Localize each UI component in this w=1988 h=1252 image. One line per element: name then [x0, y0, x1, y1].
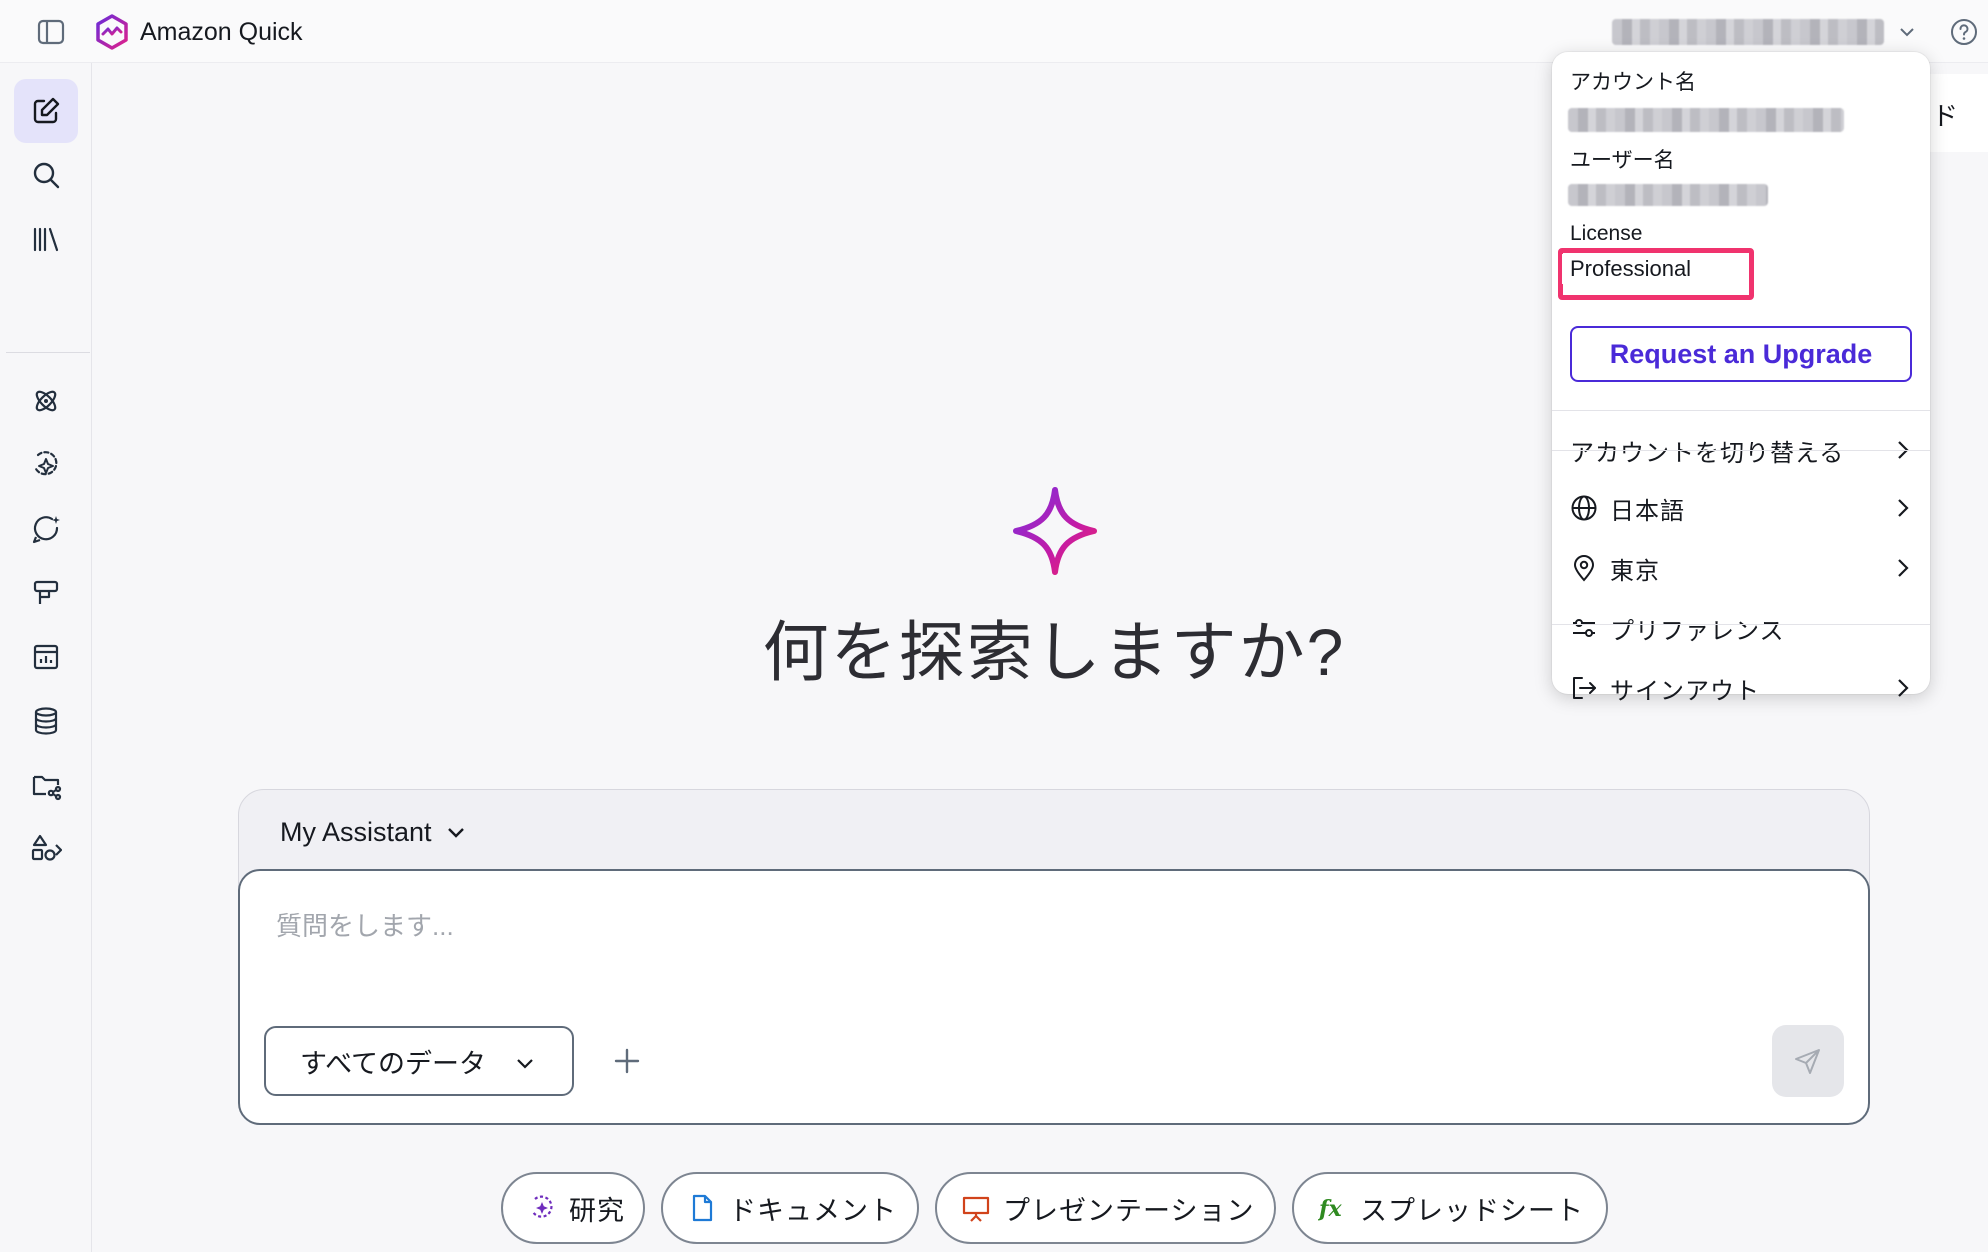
- sparkle-agent-icon: [34, 451, 58, 476]
- shared-folder-icon: [32, 775, 62, 801]
- suggestion-label: スプレッドシート: [1360, 1195, 1584, 1226]
- rail-divider: [6, 352, 90, 353]
- rail-item-datasets[interactable]: [14, 689, 78, 753]
- menu-divider: [1552, 410, 1930, 411]
- send-button[interactable]: [1772, 1025, 1844, 1097]
- globe-icon: [1571, 495, 1597, 521]
- rail-item-new-chat[interactable]: [14, 79, 78, 143]
- account-dropdown-menu: アカウント名 ユーザー名 License Professional Reques…: [1552, 52, 1930, 705]
- pencil-square-icon: [33, 97, 60, 124]
- rail-item-chat-agents[interactable]: [14, 497, 78, 561]
- suggestion-label: 研究: [569, 1195, 625, 1226]
- app-title: Amazon Quick: [140, 18, 303, 46]
- svg-text:fx: fx: [1318, 1196, 1342, 1222]
- menu-divider: [1552, 450, 1930, 451]
- amazon-quick-logo-icon[interactable]: [94, 14, 130, 50]
- chevron-down-icon: [1900, 28, 1914, 37]
- send-icon: [1795, 1049, 1820, 1074]
- flow-icon: [33, 580, 59, 604]
- menu-item-language[interactable]: 日本語: [1552, 480, 1930, 536]
- assistant-label: My Assistant: [280, 816, 432, 847]
- menu-item-label: 東京: [1610, 557, 1660, 585]
- document-icon: [692, 1194, 713, 1222]
- account-menu-trigger[interactable]: [1608, 14, 1920, 50]
- menu-divider: [1552, 624, 1930, 625]
- suggestion-chip-research[interactable]: 研究: [501, 1172, 645, 1244]
- plus-icon: [614, 1048, 640, 1074]
- menu-item-label: 日本語: [1610, 497, 1685, 525]
- user-name-label: ユーザー名: [1570, 149, 1675, 172]
- rail-item-agents[interactable]: [14, 433, 78, 497]
- suggestion-chip-document[interactable]: ドキュメント: [661, 1172, 919, 1244]
- fx-icon: fx: [1318, 1196, 1342, 1222]
- menu-item-preferences[interactable]: プリファレンス: [1552, 600, 1930, 656]
- chevron-right-icon: [1898, 499, 1909, 517]
- chevron-down-icon: [447, 828, 464, 838]
- rail-item-search[interactable]: [14, 143, 78, 207]
- request-upgrade-button[interactable]: Request an Upgrade: [1570, 326, 1912, 382]
- redacted-account-name-value: [1568, 108, 1844, 132]
- sign-out-icon: [1573, 677, 1596, 699]
- prompt-input[interactable]: [276, 906, 1776, 946]
- menu-item-label: サインアウト: [1610, 677, 1760, 705]
- database-icon: [34, 707, 58, 735]
- background-card-text: ド: [1932, 101, 1959, 131]
- research-sparkle-icon: [532, 1195, 553, 1218]
- license-label: License: [1570, 222, 1643, 245]
- rail-item-integrations[interactable]: [14, 817, 78, 881]
- chevron-right-icon: [1898, 679, 1909, 697]
- rail-item-spaces[interactable]: [14, 369, 78, 433]
- location-pin-icon: [1573, 555, 1595, 582]
- atom-icon: [35, 390, 57, 412]
- sidebar-toggle-icon[interactable]: [36, 17, 66, 47]
- presentation-icon: [962, 1196, 990, 1222]
- license-value: Professional: [1570, 256, 1692, 281]
- add-attachment-button[interactable]: [608, 1042, 646, 1080]
- rail-item-library[interactable]: [14, 207, 78, 271]
- data-scope-label: すべてのデータ: [300, 1048, 487, 1079]
- suggestion-chip-presentation[interactable]: プレゼンテーション: [935, 1172, 1276, 1244]
- menu-item-region[interactable]: 東京: [1552, 540, 1930, 596]
- assistant-selector[interactable]: My Assistant: [280, 812, 468, 852]
- suggestion-label: ドキュメント: [729, 1195, 897, 1226]
- menu-item-sign-out[interactable]: サインアウト: [1552, 660, 1930, 716]
- menu-item-label: プリファレンス: [1610, 617, 1785, 645]
- chevron-right-icon: [1898, 559, 1909, 577]
- chat-sparkle-icon: [32, 516, 60, 544]
- sparkle-logo-icon: [1008, 484, 1102, 578]
- search-icon: [33, 162, 60, 189]
- chevron-down-icon: [517, 1059, 533, 1069]
- suggestion-label: プレゼンテーション: [1003, 1195, 1255, 1226]
- suggestion-chip-spreadsheet[interactable]: fx スプレッドシート: [1292, 1172, 1608, 1244]
- shapes-icon: [31, 834, 62, 861]
- rail-item-shared-folders[interactable]: [14, 753, 78, 817]
- redacted-account-name: [1612, 19, 1884, 45]
- library-icon: [33, 227, 59, 252]
- sliders-icon: [1573, 619, 1595, 637]
- redacted-user-name-value: [1568, 184, 1768, 206]
- help-icon[interactable]: [1950, 18, 1978, 46]
- data-scope-select[interactable]: すべてのデータ: [264, 1026, 574, 1096]
- account-name-label: アカウント名: [1570, 71, 1696, 94]
